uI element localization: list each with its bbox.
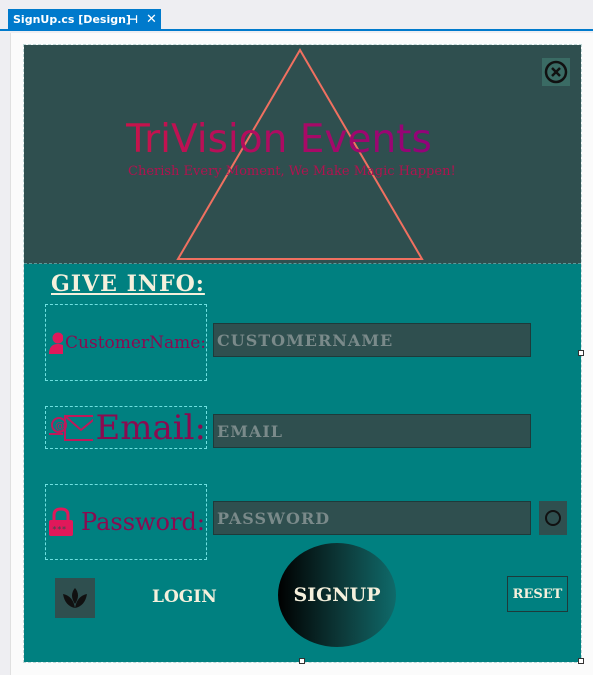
email-icon: @	[49, 414, 94, 441]
tab-label: SignUp.cs [Design]	[13, 13, 131, 26]
email-input[interactable]	[213, 414, 531, 448]
circle-x-icon	[544, 60, 568, 84]
close-tab-icon[interactable]: ✕	[146, 9, 157, 30]
svg-text:***: ***	[52, 525, 67, 534]
tab-underline	[0, 29, 593, 31]
user-icon	[49, 332, 64, 354]
lock-icon: ***	[49, 507, 73, 536]
pin-icon[interactable]: ⊣	[128, 9, 138, 30]
customername-label-group: CustomerName:	[45, 304, 207, 381]
password-label: Password:	[81, 508, 205, 536]
email-label-group: @ Email:	[45, 406, 207, 449]
signup-form[interactable]: TriVision Events Cherish Every Moment, W…	[23, 44, 582, 663]
close-button[interactable]	[542, 58, 570, 86]
eye-circle-icon	[545, 510, 561, 526]
login-link[interactable]: LOGIN	[152, 587, 217, 607]
resize-handle-bottom[interactable]	[299, 658, 305, 664]
reset-button[interactable]: RESET	[507, 576, 568, 612]
resize-handle-corner[interactable]	[578, 658, 584, 664]
document-tab-strip: SignUp.cs [Design] ⊣ ✕	[0, 0, 593, 31]
brand-title: TriVision Events	[126, 117, 472, 162]
password-input[interactable]	[213, 501, 531, 535]
brand-tagline: Cherish Every Moment, We Make Magic Happ…	[128, 164, 456, 179]
logo-button[interactable]	[55, 578, 95, 618]
customername-label: CustomerName:	[65, 332, 206, 353]
signup-button[interactable]: SIGNUP	[278, 543, 396, 647]
section-title: GIVE INFO:	[51, 271, 205, 297]
customername-input[interactable]	[213, 323, 531, 357]
svg-text:@: @	[55, 421, 65, 432]
header-panel: TriVision Events Cherish Every Moment, W…	[24, 45, 581, 264]
resize-handle-right[interactable]	[578, 350, 584, 356]
show-password-button[interactable]	[539, 501, 567, 535]
password-label-group: *** Password:	[45, 484, 207, 560]
tab-signup-design[interactable]: SignUp.cs [Design] ⊣ ✕	[8, 9, 161, 30]
email-label: Email:	[95, 407, 206, 448]
lotus-icon	[63, 588, 87, 608]
